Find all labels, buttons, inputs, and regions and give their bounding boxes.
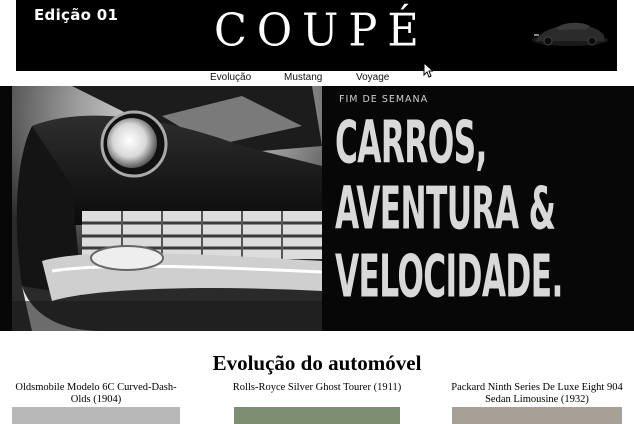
hero-headline-line-2: AVENTURA &: [335, 174, 556, 243]
hero-headline-line-3: VELOCIDADE.: [335, 242, 563, 311]
car-card-image-3[interactable]: [452, 407, 622, 424]
car-card-image-1[interactable]: [12, 407, 180, 424]
section-title: Evolução do automóvel: [212, 351, 422, 376]
mouse-cursor-icon: [423, 62, 433, 78]
hero-kicker: FIM DE SEMANA: [339, 94, 429, 105]
main-nav: Evolução Mustang Voyage: [0, 71, 634, 85]
car-card-title-2: Rolls-Royce Silver Ghost Tourer (1911): [232, 382, 402, 393]
hero-banner: FIM DE SEMANA CARROS, AVENTURA & VELOCID…: [0, 86, 634, 331]
header-car-image: [532, 22, 608, 46]
masthead: Edição 01 COUPÉ: [16, 0, 617, 71]
nav-link-mustang[interactable]: Mustang: [284, 72, 322, 83]
site-logo[interactable]: COUPÉ: [214, 2, 419, 61]
hero-car-photo: [12, 86, 322, 331]
car-card-title-3: Packard Ninth Series De Luxe Eight 904 S…: [451, 382, 623, 405]
car-card-title-1: Oldsmobile Modelo 6C Curved-Dash-Olds (1…: [15, 382, 177, 405]
car-card-image-2[interactable]: [234, 407, 400, 424]
nav-link-voyage[interactable]: Voyage: [356, 72, 389, 83]
edition-label: Edição 01: [34, 6, 119, 24]
nav-link-evolucao[interactable]: Evolução: [210, 72, 251, 83]
hero-headline-line-1: CARROS,: [335, 108, 487, 177]
